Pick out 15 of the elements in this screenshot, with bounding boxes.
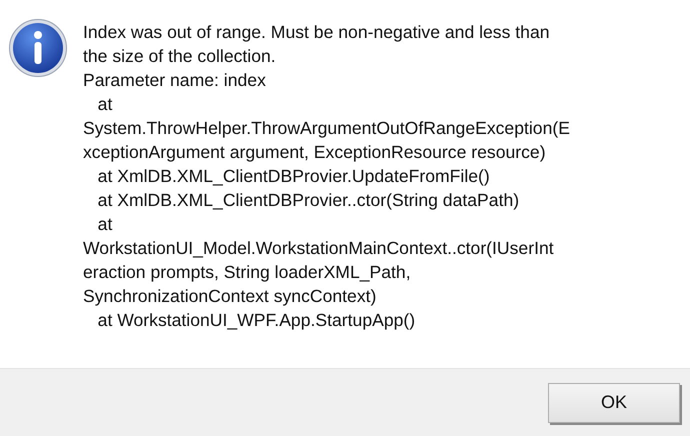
error-message-line: Parameter name: index [83,69,267,92]
error-message-line: at XmlDB.XML_ClientDBProvier..ctor(String dataPath) [96,189,520,212]
error-message-line: System.ThrowHelper.ThrowArgumentOutOfRangeException(E [83,117,570,140]
info-icon [8,18,68,78]
error-message-line: at [96,93,114,116]
error-message-line: eraction prompts, String loaderXML_Path, [83,261,412,284]
error-message-line: at [96,213,114,236]
error-message-line: the size of the collection. [83,45,277,68]
error-message-line: xceptionArgument argument, ExceptionResource resource) [83,141,547,164]
error-message-line: Index was out of range. Must be non-negative and less than [83,21,551,44]
ok-button[interactable]: OK [548,382,680,422]
error-message-line: WorkstationUI_Model.WorkstationMainContext..ctor(IUserInt [83,237,555,260]
error-message-line: at XmlDB.XML_ClientDBProvier.UpdateFromFile() [96,165,491,188]
error-message-line: SynchronizationContext syncContext) [83,285,378,308]
error-message-line: at WorkstationUI_WPF.App.StartupApp() [96,309,416,332]
